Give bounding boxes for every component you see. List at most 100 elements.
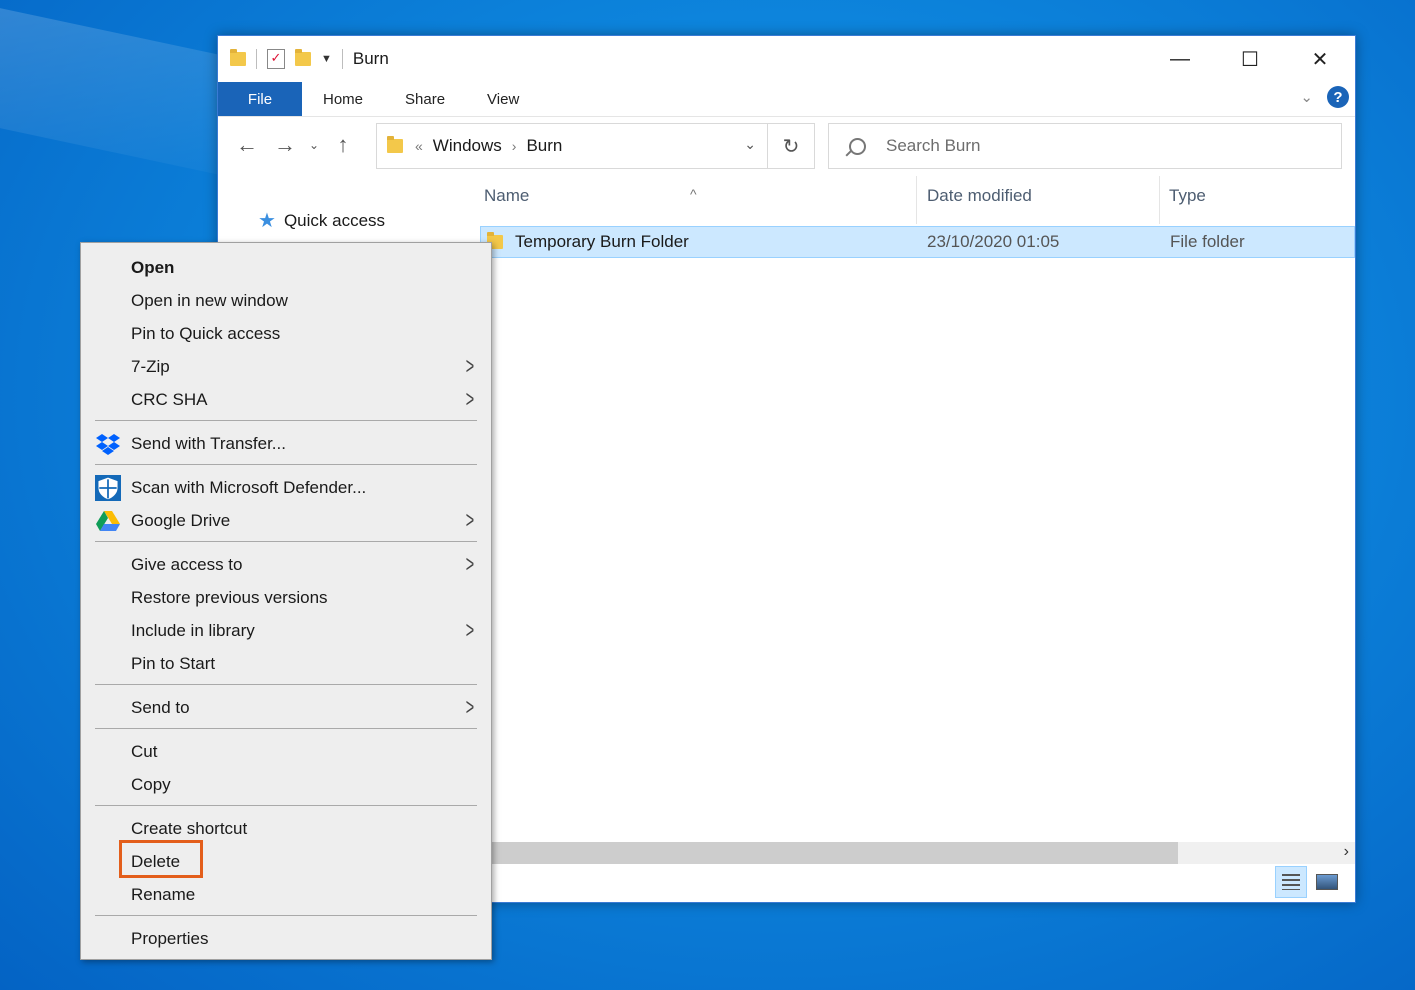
dropbox-icon — [95, 431, 121, 457]
menu-item-open-new-window[interactable]: Open in new window — [81, 284, 491, 317]
recent-locations-icon[interactable]: ⌄ — [304, 138, 324, 152]
file-name: Temporary Burn Folder — [515, 232, 689, 251]
address-dropdown-icon[interactable]: ⌄ — [744, 136, 756, 153]
forward-button[interactable]: → — [266, 132, 304, 158]
search-input[interactable]: Search Burn — [828, 123, 1342, 169]
window-title: Burn — [352, 49, 389, 68]
back-button[interactable]: ← — [228, 132, 266, 158]
menu-separator — [95, 464, 477, 465]
breadcrumb-overflow[interactable]: « — [415, 138, 423, 154]
help-icon[interactable]: ? — [1327, 86, 1349, 108]
menu-item-label: Properties — [131, 929, 209, 948]
folder-icon — [230, 49, 246, 66]
menu-separator — [95, 805, 477, 806]
menu-item-label: Include in library — [131, 621, 255, 640]
breadcrumb-burn[interactable]: Burn — [526, 136, 562, 156]
menu-item-properties[interactable]: Properties — [81, 922, 491, 955]
qat-separator — [341, 49, 343, 69]
menu-item-restore-versions[interactable]: Restore previous versions — [81, 581, 491, 614]
menu-item-send-with-transfer[interactable]: Send with Transfer... — [81, 427, 491, 460]
breadcrumb-separator[interactable]: › — [512, 138, 517, 154]
submenu-arrow-icon: > — [465, 694, 475, 721]
star-icon: ★ — [258, 210, 276, 232]
customize-qat-icon[interactable]: ▼ — [321, 53, 332, 65]
menu-item-crc-sha[interactable]: CRC SHA > — [81, 383, 491, 416]
properties-icon[interactable]: ✓ — [267, 49, 285, 69]
menu-item-label: Pin to Start — [131, 654, 216, 673]
menu-item-label: Open in new window — [131, 291, 288, 310]
search-placeholder: Search Burn — [886, 136, 981, 155]
menu-item-label: Rename — [131, 885, 196, 904]
window-controls: — ☐ ✕ — [1145, 36, 1355, 82]
horizontal-scrollbar[interactable]: › — [456, 842, 1355, 864]
submenu-arrow-icon: > — [465, 353, 475, 380]
menu-separator — [95, 728, 477, 729]
details-view-icon — [1282, 874, 1300, 890]
file-list: ^ Name Date modified Type Temporary Burn… — [456, 176, 1355, 902]
menu-item-copy[interactable]: Copy — [81, 768, 491, 801]
tab-file[interactable]: File — [218, 82, 302, 116]
menu-item-rename[interactable]: Rename — [81, 878, 491, 911]
menu-item-pin-quick-access[interactable]: Pin to Quick access — [81, 317, 491, 350]
expand-ribbon-icon[interactable]: ⌄ — [1300, 88, 1313, 106]
column-type[interactable]: Type — [1169, 186, 1206, 206]
scroll-right-icon[interactable]: › — [1344, 843, 1349, 861]
menu-item-label: Copy — [131, 775, 171, 794]
tab-view[interactable]: View — [466, 82, 540, 116]
submenu-arrow-icon: > — [465, 507, 475, 534]
breadcrumb-windows[interactable]: Windows — [433, 136, 502, 156]
up-button[interactable]: ↑ — [324, 132, 362, 158]
navigation-bar: ← → ⌄ ↑ « Windows › Burn ⌄ ↻ Search Burn — [218, 117, 1355, 173]
menu-item-open[interactable]: Open — [81, 251, 491, 284]
menu-item-label: Open — [131, 258, 175, 277]
menu-item-send-to[interactable]: Send to > — [81, 691, 491, 724]
quick-access-toolbar: ✓ ▼ — [218, 49, 343, 69]
close-button[interactable]: ✕ — [1285, 36, 1355, 82]
column-divider[interactable] — [1159, 176, 1160, 224]
scrollbar-thumb[interactable] — [456, 842, 1178, 864]
google-drive-icon — [95, 508, 121, 534]
ribbon-tabs: File Home Share View ⌄ ? — [218, 82, 1355, 117]
sort-ascending-icon: ^ — [690, 186, 697, 202]
tab-home[interactable]: Home — [302, 82, 384, 116]
menu-separator — [95, 420, 477, 421]
column-date-modified[interactable]: Date modified — [927, 186, 1032, 206]
ribbon-right: ⌄ ? — [1300, 86, 1349, 108]
details-view-button[interactable] — [1275, 866, 1307, 898]
table-row[interactable]: Temporary Burn Folder 23/10/2020 01:05 F… — [480, 226, 1355, 258]
title-bar[interactable]: ✓ ▼ Burn — ☐ ✕ — [218, 36, 1355, 82]
delete-highlight-box — [119, 840, 203, 878]
new-folder-icon[interactable] — [295, 49, 311, 66]
menu-item-scan-defender[interactable]: Scan with Microsoft Defender... — [81, 471, 491, 504]
menu-item-label: Give access to — [131, 555, 243, 574]
menu-item-cut[interactable]: Cut — [81, 735, 491, 768]
column-name[interactable]: Name — [484, 186, 529, 206]
submenu-arrow-icon: > — [465, 551, 475, 578]
menu-separator — [95, 915, 477, 916]
submenu-arrow-icon: > — [465, 386, 475, 413]
menu-item-label: 7-Zip — [131, 357, 170, 376]
menu-item-google-drive[interactable]: Google Drive > — [81, 504, 491, 537]
address-folder-icon — [387, 136, 403, 153]
minimize-button[interactable]: — — [1145, 36, 1215, 82]
tab-share[interactable]: Share — [384, 82, 466, 116]
sidebar-item-quick-access[interactable]: ★ Quick access — [258, 208, 385, 233]
menu-separator — [95, 684, 477, 685]
menu-item-label: Send with Transfer... — [131, 434, 286, 453]
submenu-arrow-icon: > — [465, 617, 475, 644]
menu-item-include-library[interactable]: Include in library > — [81, 614, 491, 647]
menu-item-label: Create shortcut — [131, 819, 248, 838]
refresh-button[interactable]: ↻ — [767, 124, 814, 168]
menu-item-label: Scan with Microsoft Defender... — [131, 478, 367, 497]
menu-item-pin-start[interactable]: Pin to Start — [81, 647, 491, 680]
address-bar[interactable]: « Windows › Burn ⌄ ↻ — [376, 123, 815, 169]
large-icons-view-button[interactable] — [1311, 866, 1343, 898]
column-divider[interactable] — [916, 176, 917, 224]
maximize-button[interactable]: ☐ — [1215, 36, 1285, 82]
file-date: 23/10/2020 01:05 — [927, 232, 1060, 251]
view-switcher — [1275, 866, 1343, 898]
menu-item-label: Restore previous versions — [131, 588, 328, 607]
menu-item-give-access[interactable]: Give access to > — [81, 548, 491, 581]
menu-separator — [95, 541, 477, 542]
menu-item-7zip[interactable]: 7-Zip > — [81, 350, 491, 383]
